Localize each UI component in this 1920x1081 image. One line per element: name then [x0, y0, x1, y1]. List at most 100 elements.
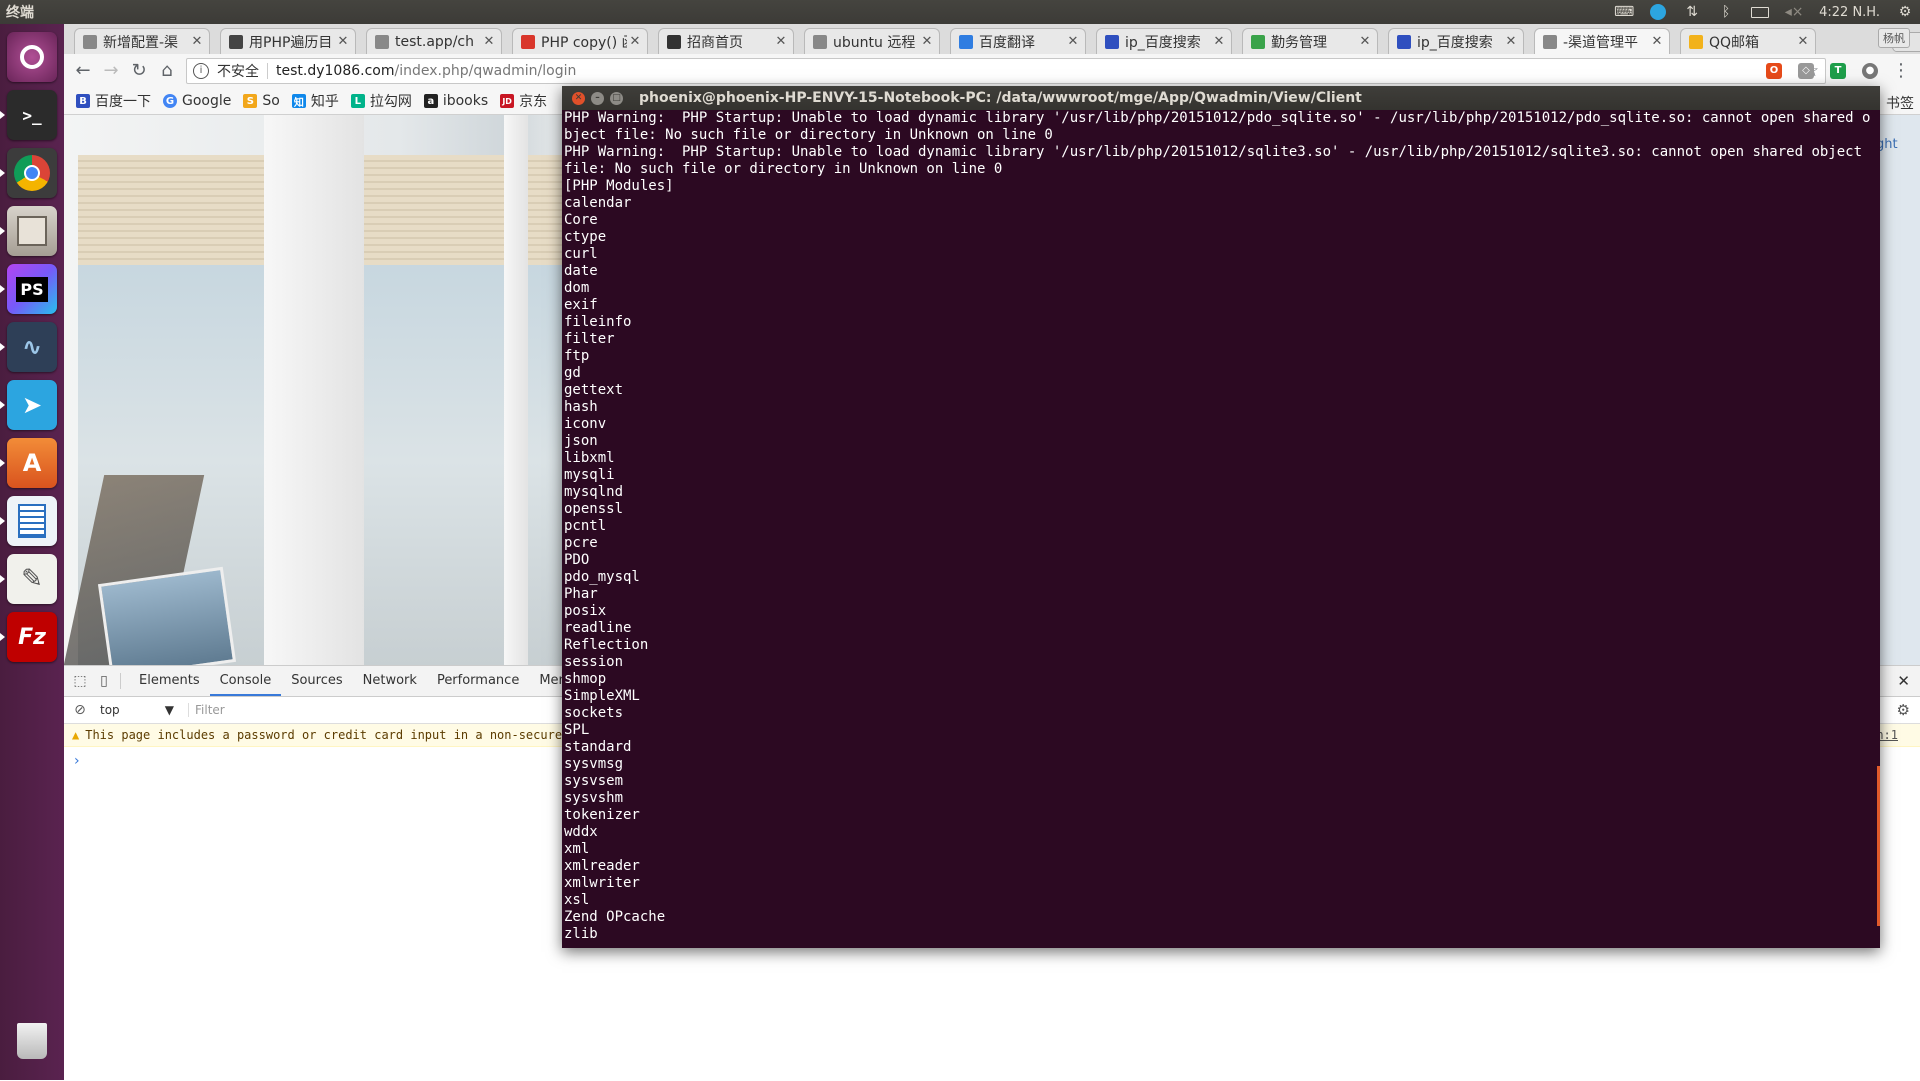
terminal-line: PHP Warning: PHP Startup: Unable to load…: [564, 144, 1871, 177]
close-icon[interactable]: ✕: [1649, 34, 1665, 49]
browser-tab[interactable]: ip_百度搜索 ✕: [1096, 28, 1232, 54]
close-icon[interactable]: ✕: [919, 34, 935, 49]
page-icon: [83, 34, 97, 49]
close-icon[interactable]: ✕: [1065, 34, 1081, 49]
devtools-tab-elements[interactable]: Elements: [129, 666, 210, 696]
close-icon[interactable]: ✕: [627, 34, 643, 49]
battery-icon[interactable]: [1751, 3, 1770, 21]
globe-extension-icon[interactable]: ●: [1862, 63, 1878, 79]
gear-icon[interactable]: ⚙: [1896, 3, 1914, 21]
baidu-icon: B: [76, 94, 90, 108]
browser-tab[interactable]: 勤务管理 ✕: [1242, 28, 1378, 54]
browser-tab[interactable]: QQ邮箱 ✕: [1680, 28, 1816, 54]
launcher-trash[interactable]: [7, 1016, 57, 1066]
top-panel-app-title: 终端: [6, 5, 34, 21]
clear-console-icon[interactable]: ⊘: [72, 702, 88, 718]
security-label[interactable]: 不安全: [217, 61, 259, 81]
url-path: /index.php/qwadmin/login: [394, 63, 577, 79]
volume-icon[interactable]: ◂×: [1785, 3, 1804, 21]
minimize-window-icon[interactable]: –: [591, 91, 604, 105]
browser-tab[interactable]: ip_百度搜索 ✕: [1388, 28, 1524, 54]
launcher-mysql-workbench[interactable]: ∿: [0, 322, 57, 372]
page-icon: [521, 34, 535, 49]
bookmark-item[interactable]: S So: [243, 93, 280, 109]
close-icon[interactable]: ✕: [1357, 34, 1373, 49]
devtools-tab-sources[interactable]: Sources: [281, 666, 352, 696]
launcher-software-center[interactable]: A: [0, 438, 57, 488]
forward-arrow-icon[interactable]: →: [100, 60, 122, 82]
info-icon[interactable]: i: [193, 63, 209, 79]
translate-extension-icon[interactable]: T: [1830, 63, 1846, 79]
close-icon[interactable]: ✕: [773, 34, 789, 49]
bookmark-item[interactable]: G Google: [163, 93, 231, 109]
devtools-tab-performance[interactable]: Performance: [427, 666, 529, 696]
launcher-terminal[interactable]: >_: [0, 90, 57, 140]
close-icon[interactable]: ✕: [189, 34, 205, 49]
terminal-line: sockets: [564, 705, 624, 721]
close-window-icon[interactable]: ✕: [572, 91, 585, 105]
launcher-telegram[interactable]: ➤: [0, 380, 57, 430]
launcher-libreoffice-writer[interactable]: [0, 496, 57, 546]
shield-extension-icon[interactable]: ◇: [1798, 63, 1814, 79]
menu-icon[interactable]: ⋮: [1890, 60, 1912, 82]
launcher-files[interactable]: [0, 206, 57, 256]
terminal-output[interactable]: PHP Warning: PHP Startup: Unable to load…: [562, 110, 1880, 948]
devtools-tab-network[interactable]: Network: [353, 666, 427, 696]
terminal-line: iconv: [564, 416, 607, 432]
terminal-titlebar[interactable]: ✕ – □ phoenix@phoenix-HP-ENVY-15-Noteboo…: [562, 86, 1880, 110]
back-arrow-icon[interactable]: ←: [72, 60, 94, 82]
terminal-line: openssl: [564, 501, 624, 517]
browser-tab[interactable]: 招商首页 ✕: [658, 28, 794, 54]
console-context-select[interactable]: top ▼: [100, 703, 174, 717]
network-icon[interactable]: ⇅: [1683, 3, 1701, 21]
bookmark-item[interactable]: JD 京东: [500, 91, 547, 111]
telegram-tray-icon[interactable]: [1649, 3, 1667, 21]
close-icon[interactable]: ✕: [335, 34, 351, 49]
devtools-tab-console[interactable]: Console: [209, 666, 282, 696]
launcher-text-editor[interactable]: ✎: [0, 554, 57, 604]
other-bookmarks[interactable]: 书签: [1886, 93, 1914, 113]
bookmark-item[interactable]: L 拉勾网: [350, 91, 412, 111]
reload-icon[interactable]: ↻: [128, 60, 150, 82]
close-icon[interactable]: ✕: [1795, 34, 1811, 49]
launcher-dash-button[interactable]: [7, 32, 57, 82]
terminal-line: json: [564, 433, 598, 449]
browser-tab[interactable]: 用PHP遍历目 ✕: [220, 28, 356, 54]
browser-tab[interactable]: 百度翻译 ✕: [950, 28, 1086, 54]
console-filter-input[interactable]: Filter: [188, 703, 225, 717]
keyboard-icon[interactable]: ⌨: [1614, 3, 1634, 21]
dolphin-icon: ∿: [21, 333, 43, 361]
launcher-chrome[interactable]: [0, 148, 57, 198]
browser-tab[interactable]: test.app/ch ✕: [366, 28, 502, 54]
clock[interactable]: 4:22 N.H.: [1819, 5, 1880, 20]
terminal-line: SPL: [564, 722, 590, 738]
terminal-scrollbar[interactable]: [1877, 766, 1880, 926]
terminal-line: gd: [564, 365, 581, 381]
close-icon[interactable]: ✕: [481, 34, 497, 49]
terminal-line: pdo_mysql: [564, 569, 640, 585]
browser-tab-active[interactable]: -渠道管理平 ✕: [1534, 28, 1670, 54]
address-bar[interactable]: i 不安全 test.dy1086.com/index.php/qwadmin/…: [186, 58, 1826, 84]
browser-tab[interactable]: 新增配置-渠 ✕: [74, 28, 210, 54]
home-icon[interactable]: ⌂: [156, 60, 178, 82]
bookmark-item[interactable]: B 百度一下: [76, 91, 151, 111]
page-icon: [1251, 34, 1265, 49]
profile-button[interactable]: 杨帆: [1878, 28, 1910, 48]
terminal-window: ✕ – □ phoenix@phoenix-HP-ENVY-15-Noteboo…: [562, 86, 1880, 948]
browser-tab[interactable]: ubuntu 远程 ✕: [804, 28, 940, 54]
bookmark-item[interactable]: 知知乎: [291, 91, 339, 111]
terminal-line: tokenizer: [564, 807, 640, 823]
launcher-filezilla[interactable]: Fz: [0, 612, 57, 662]
gear-icon[interactable]: ⚙: [1897, 701, 1910, 719]
office-extension-icon[interactable]: O: [1766, 63, 1782, 79]
close-icon[interactable]: ✕: [1897, 672, 1910, 690]
bluetooth-icon[interactable]: ᛒ: [1717, 3, 1735, 21]
browser-tab[interactable]: PHP copy() 函 ✕: [512, 28, 648, 54]
maximize-window-icon[interactable]: □: [610, 91, 623, 105]
close-icon[interactable]: ✕: [1211, 34, 1227, 49]
close-icon[interactable]: ✕: [1503, 34, 1519, 49]
inspect-icon[interactable]: ⬚: [72, 673, 88, 689]
bookmark-item[interactable]: a ibooks: [423, 93, 488, 109]
launcher-phpstorm[interactable]: PS: [0, 264, 57, 314]
device-toolbar-icon[interactable]: ▯: [96, 673, 112, 689]
